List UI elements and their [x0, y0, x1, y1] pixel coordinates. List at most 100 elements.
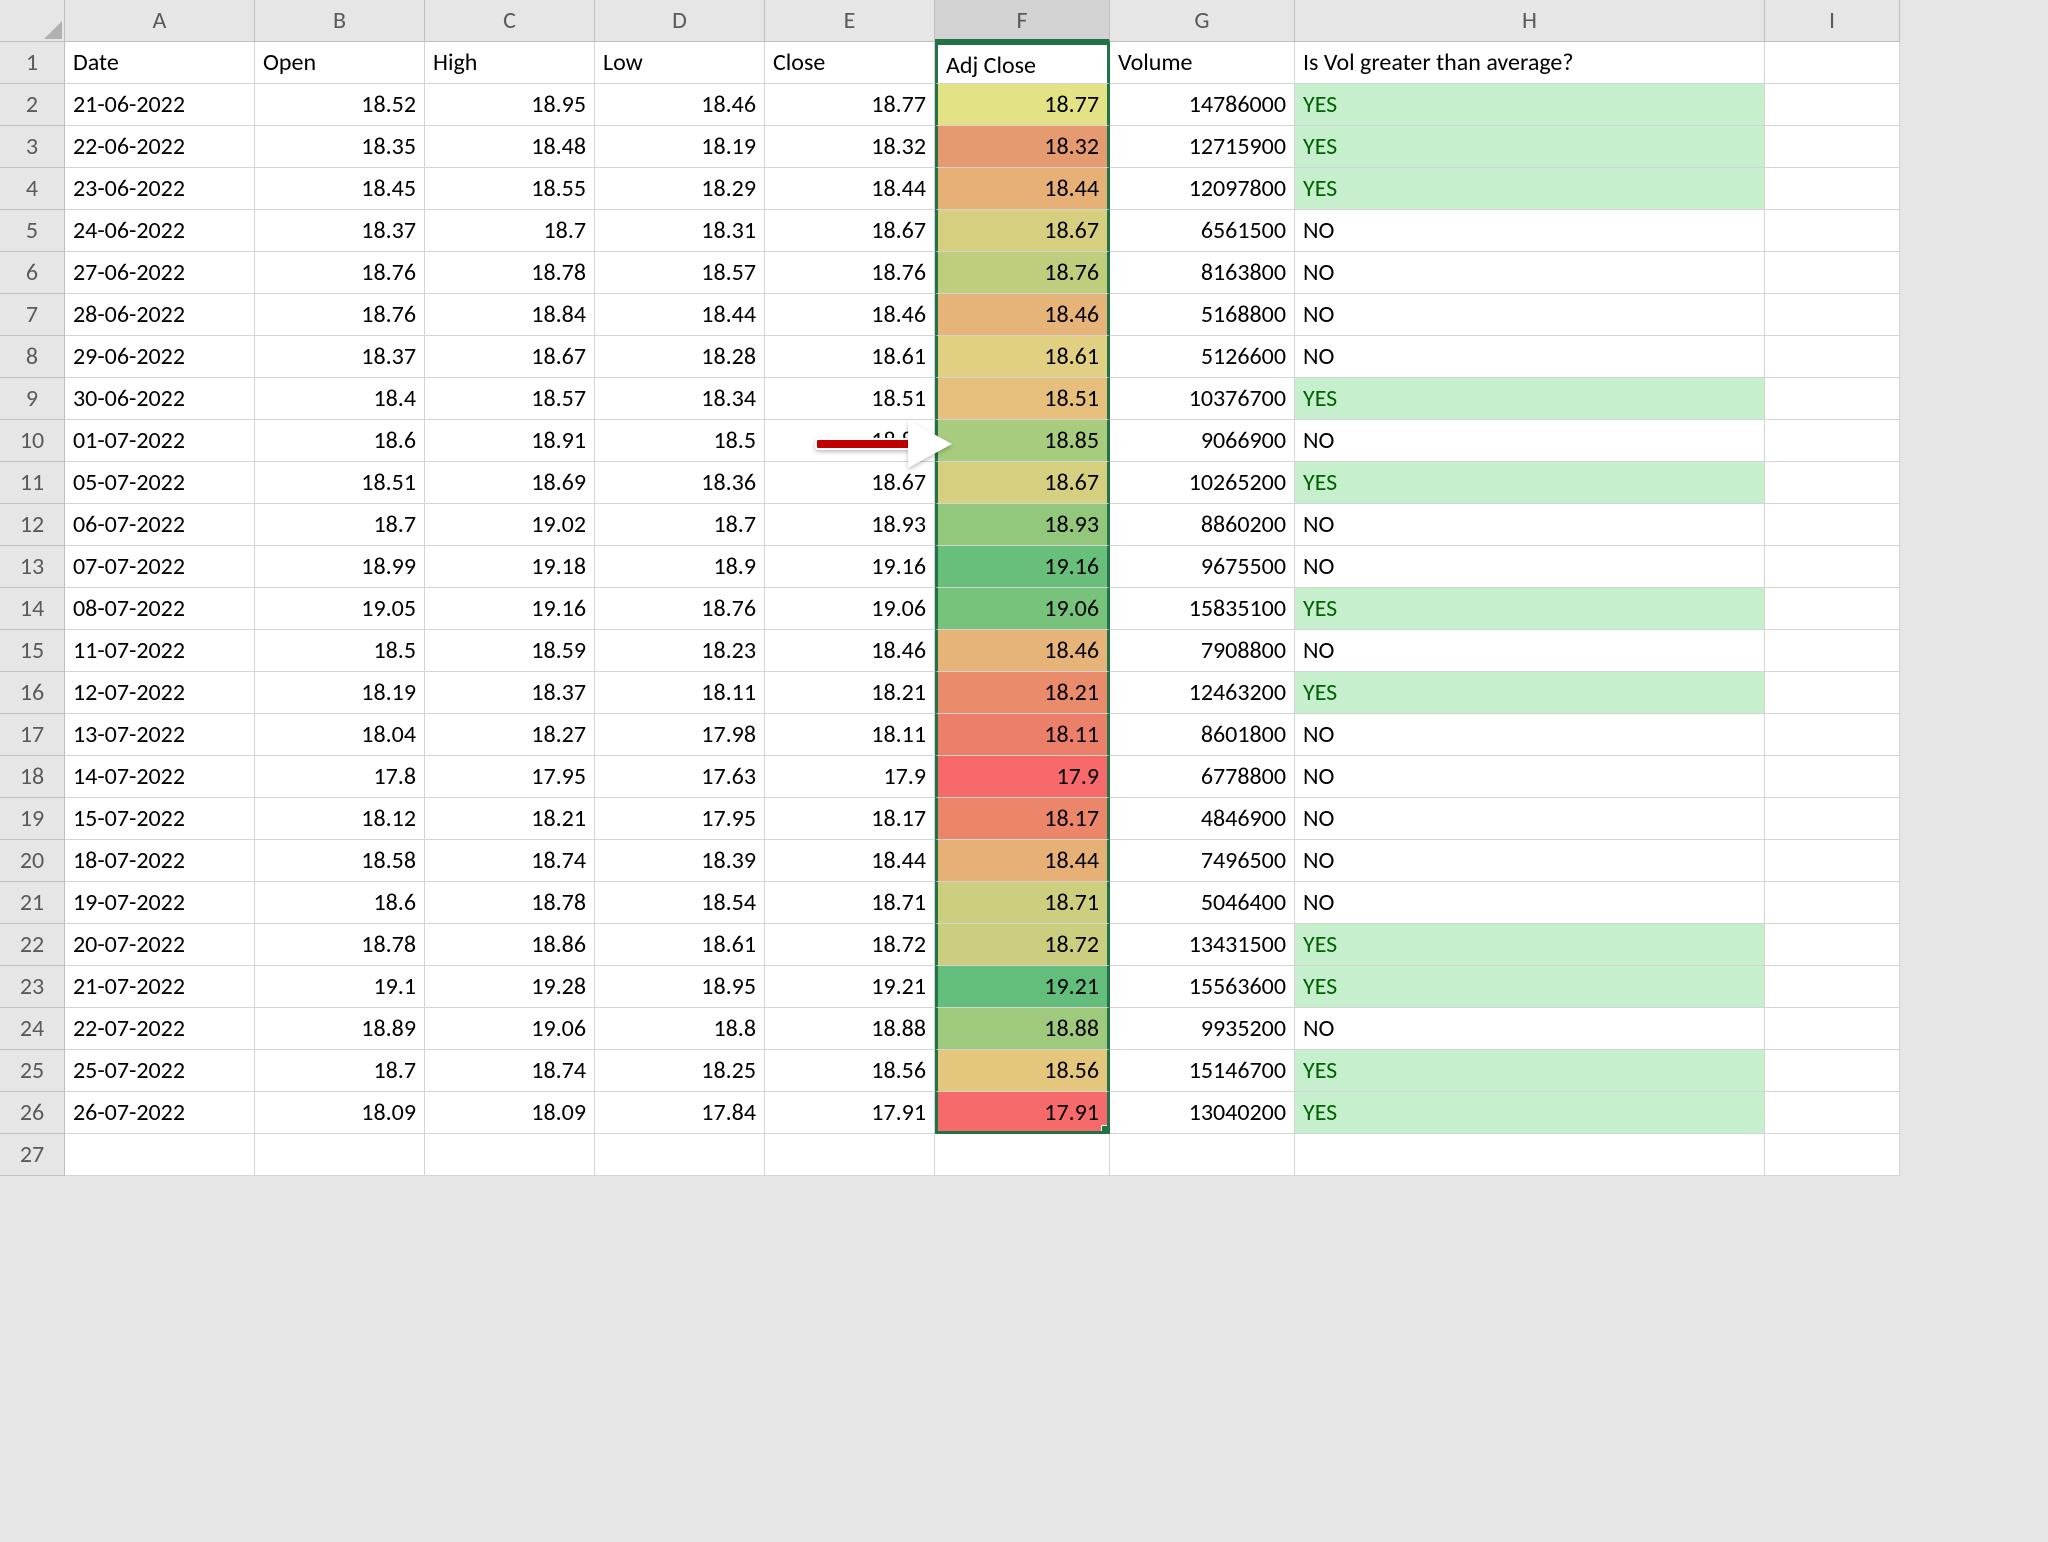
- cell-low[interactable]: 18.9: [595, 546, 765, 588]
- row-header[interactable]: 12: [0, 504, 65, 546]
- cell-high[interactable]: 18.74: [425, 1050, 595, 1092]
- cell-low[interactable]: 18.61: [595, 924, 765, 966]
- cell-high[interactable]: 18.86: [425, 924, 595, 966]
- cell-volume[interactable]: 9935200: [1110, 1008, 1295, 1050]
- cell-flag[interactable]: YES: [1295, 378, 1765, 420]
- cell-low[interactable]: 18.23: [595, 630, 765, 672]
- cell-flag[interactable]: NO: [1295, 882, 1765, 924]
- cell-empty[interactable]: [1110, 1134, 1295, 1176]
- cell-date[interactable]: 28-06-2022: [65, 294, 255, 336]
- cell-adj-close[interactable]: 18.71: [935, 882, 1110, 924]
- cell-low[interactable]: 18.44: [595, 294, 765, 336]
- cell-high[interactable]: 18.78: [425, 882, 595, 924]
- cell-adj-close[interactable]: 18.44: [935, 840, 1110, 882]
- cell-date[interactable]: 25-07-2022: [65, 1050, 255, 1092]
- cell-volume[interactable]: 13431500: [1110, 924, 1295, 966]
- cell-flag[interactable]: NO: [1295, 504, 1765, 546]
- cell-flag[interactable]: YES: [1295, 462, 1765, 504]
- cell-low[interactable]: 17.98: [595, 714, 765, 756]
- cell-adj-close[interactable]: 18.88: [935, 1008, 1110, 1050]
- cell-close[interactable]: 19.21: [765, 966, 935, 1008]
- cell-low[interactable]: 18.31: [595, 210, 765, 252]
- cell-flag[interactable]: YES: [1295, 924, 1765, 966]
- cell-high[interactable]: 18.57: [425, 378, 595, 420]
- cell-open[interactable]: 18.37: [255, 336, 425, 378]
- row-header[interactable]: 4: [0, 168, 65, 210]
- cell-flag[interactable]: NO: [1295, 294, 1765, 336]
- cell-date[interactable]: 05-07-2022: [65, 462, 255, 504]
- cell-empty[interactable]: [1765, 924, 1900, 966]
- cell-high[interactable]: 18.27: [425, 714, 595, 756]
- cell-adj-close[interactable]: 19.06: [935, 588, 1110, 630]
- cell-date[interactable]: 15-07-2022: [65, 798, 255, 840]
- cell-adj-close[interactable]: 18.56: [935, 1050, 1110, 1092]
- cell-low[interactable]: 18.36: [595, 462, 765, 504]
- cell-high[interactable]: 18.91: [425, 420, 595, 462]
- cell-empty[interactable]: [765, 1134, 935, 1176]
- cell-close[interactable]: 18.51: [765, 378, 935, 420]
- cell-empty[interactable]: [1765, 420, 1900, 462]
- cell-adj-close[interactable]: 17.91: [935, 1092, 1110, 1134]
- cell-high[interactable]: 19.06: [425, 1008, 595, 1050]
- cell-date[interactable]: 29-06-2022: [65, 336, 255, 378]
- cell-empty[interactable]: [1765, 1008, 1900, 1050]
- header-cell[interactable]: Low: [595, 42, 765, 84]
- cell-high[interactable]: 18.55: [425, 168, 595, 210]
- cell-empty[interactable]: [1765, 126, 1900, 168]
- row-header[interactable]: 25: [0, 1050, 65, 1092]
- row-header[interactable]: 14: [0, 588, 65, 630]
- header-cell[interactable]: Date: [65, 42, 255, 84]
- cell-empty[interactable]: [1765, 966, 1900, 1008]
- cell-adj-close[interactable]: 18.44: [935, 168, 1110, 210]
- cell-open[interactable]: 17.8: [255, 756, 425, 798]
- cell-high[interactable]: 18.59: [425, 630, 595, 672]
- cell-high[interactable]: 19.18: [425, 546, 595, 588]
- cell-high[interactable]: 19.02: [425, 504, 595, 546]
- cell-volume[interactable]: 9675500: [1110, 546, 1295, 588]
- cell-open[interactable]: 18.7: [255, 1050, 425, 1092]
- cell-empty[interactable]: [1765, 1092, 1900, 1134]
- cell-flag[interactable]: YES: [1295, 1092, 1765, 1134]
- row-header[interactable]: 23: [0, 966, 65, 1008]
- cell-adj-close[interactable]: 19.16: [935, 546, 1110, 588]
- cell-low[interactable]: 18.54: [595, 882, 765, 924]
- row-header[interactable]: 8: [0, 336, 65, 378]
- cell-date[interactable]: 07-07-2022: [65, 546, 255, 588]
- cell-empty[interactable]: [1295, 1134, 1765, 1176]
- cell-open[interactable]: 18.19: [255, 672, 425, 714]
- column-header-E[interactable]: E: [765, 0, 935, 42]
- cell-low[interactable]: 18.5: [595, 420, 765, 462]
- cell-open[interactable]: 18.45: [255, 168, 425, 210]
- cell-open[interactable]: 18.04: [255, 714, 425, 756]
- cell-high[interactable]: 17.95: [425, 756, 595, 798]
- cell-adj-close[interactable]: 18.67: [935, 210, 1110, 252]
- cell-empty[interactable]: [935, 1134, 1110, 1176]
- cell-volume[interactable]: 12463200: [1110, 672, 1295, 714]
- cell-close[interactable]: 18.17: [765, 798, 935, 840]
- cell-open[interactable]: 18.6: [255, 882, 425, 924]
- cell-volume[interactable]: 5168800: [1110, 294, 1295, 336]
- cell-high[interactable]: 18.67: [425, 336, 595, 378]
- cell-open[interactable]: 18.6: [255, 420, 425, 462]
- cell-close[interactable]: 18.21: [765, 672, 935, 714]
- cell-date[interactable]: 30-06-2022: [65, 378, 255, 420]
- cell-low[interactable]: 18.39: [595, 840, 765, 882]
- cell-adj-close[interactable]: 18.77: [935, 84, 1110, 126]
- cell-adj-close[interactable]: 18.32: [935, 126, 1110, 168]
- cell-low[interactable]: 18.11: [595, 672, 765, 714]
- cell-flag[interactable]: NO: [1295, 210, 1765, 252]
- cell-close[interactable]: 18.72: [765, 924, 935, 966]
- cell-date[interactable]: 21-06-2022: [65, 84, 255, 126]
- row-header[interactable]: 6: [0, 252, 65, 294]
- cell-adj-close[interactable]: 18.21: [935, 672, 1110, 714]
- cell-empty[interactable]: [595, 1134, 765, 1176]
- cell-flag[interactable]: YES: [1295, 84, 1765, 126]
- cell-open[interactable]: 18.4: [255, 378, 425, 420]
- cell-flag[interactable]: NO: [1295, 420, 1765, 462]
- cell-low[interactable]: 18.57: [595, 252, 765, 294]
- cell-date[interactable]: 27-06-2022: [65, 252, 255, 294]
- cell-close[interactable]: 18.44: [765, 840, 935, 882]
- cell-low[interactable]: 18.46: [595, 84, 765, 126]
- header-cell[interactable]: [1765, 42, 1900, 84]
- row-header[interactable]: 11: [0, 462, 65, 504]
